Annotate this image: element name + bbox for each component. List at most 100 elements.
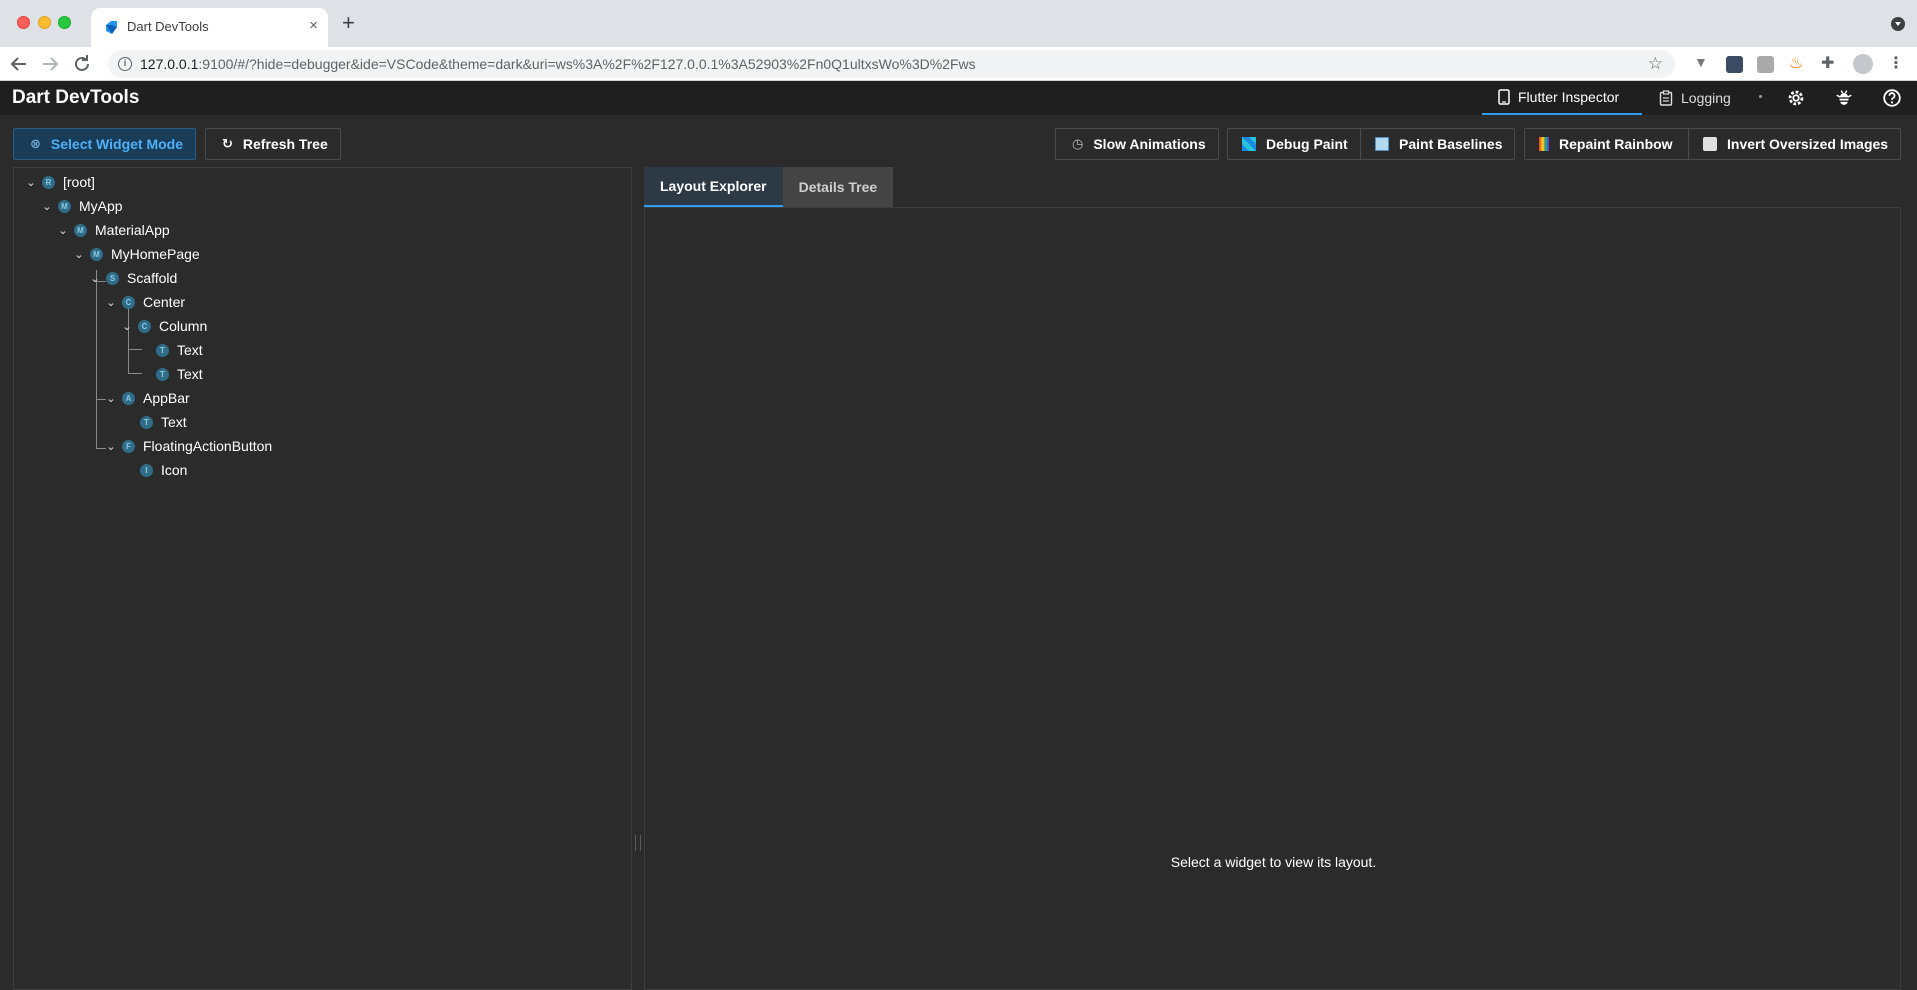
debug-paint-icon bbox=[1242, 137, 1256, 151]
tree-node-floatingactionbutton[interactable]: ⌄ F FloatingActionButton bbox=[104, 435, 272, 457]
button-label: Debug Paint bbox=[1266, 136, 1348, 152]
rainbow-icon bbox=[1539, 137, 1549, 151]
tree-node-icon[interactable]: I Icon bbox=[140, 459, 187, 481]
invert-oversized-images-button[interactable]: Invert Oversized Images bbox=[1688, 128, 1901, 160]
browser-tab-bar: Dart DevTools × + bbox=[0, 0, 1917, 47]
tree-node-label: MyHomePage bbox=[111, 246, 200, 262]
maximize-window-button[interactable] bbox=[58, 16, 71, 29]
status-dot bbox=[1759, 95, 1762, 98]
tab-layout-explorer[interactable]: Layout Explorer bbox=[644, 167, 783, 207]
button-label: Refresh Tree bbox=[242, 136, 328, 152]
bug-report-icon[interactable] bbox=[1833, 87, 1855, 109]
widget-badge-icon: M bbox=[74, 223, 87, 237]
tree-node-label: Text bbox=[161, 414, 187, 430]
extension-firebase-icon[interactable]: ♨ bbox=[1789, 53, 1806, 72]
empty-state-message: Select a widget to view its layout. bbox=[1170, 854, 1377, 870]
chevron-down-icon[interactable]: ⌄ bbox=[72, 248, 86, 261]
chevron-down-icon[interactable]: ⌄ bbox=[40, 200, 54, 213]
tree-guide-line bbox=[128, 349, 142, 350]
browser-toolbar: i 127.0.0.1:9100/#/?hide=debugger&ide=VS… bbox=[0, 47, 1917, 81]
widget-badge-icon: M bbox=[90, 247, 103, 261]
tree-node-label: AppBar bbox=[143, 390, 190, 406]
tree-node-label: MaterialApp bbox=[95, 222, 170, 238]
button-label: Select Widget Mode bbox=[50, 136, 184, 152]
tab-logging[interactable]: Logging bbox=[1655, 81, 1731, 115]
tree-node-label: [root] bbox=[63, 174, 95, 190]
chevron-down-icon[interactable]: ⌄ bbox=[104, 296, 118, 309]
address-bar[interactable]: i 127.0.0.1:9100/#/?hide=debugger&ide=VS… bbox=[108, 50, 1675, 78]
details-panel: Layout Explorer Details Tree Select a wi… bbox=[644, 167, 1901, 990]
tree-node-label: FloatingActionButton bbox=[143, 438, 273, 454]
refresh-tree-button[interactable]: ↻ Refresh Tree bbox=[205, 128, 341, 160]
chevron-down-icon[interactable]: ⌄ bbox=[24, 176, 38, 189]
chevron-down-icon[interactable]: ⌄ bbox=[56, 224, 70, 237]
url-text: 127.0.0.1:9100/#/?hide=debugger&ide=VSCo… bbox=[140, 56, 976, 72]
extension-vue-icon[interactable]: ▼ bbox=[1694, 54, 1711, 71]
tree-node-text[interactable]: T Text bbox=[156, 339, 203, 361]
widget-badge-icon: I bbox=[140, 463, 153, 477]
extension-k-icon[interactable] bbox=[1757, 56, 1774, 73]
close-window-button[interactable] bbox=[17, 16, 30, 29]
extensions-puzzle-icon[interactable]: ✚ bbox=[1821, 53, 1838, 72]
select-widget-mode-button[interactable]: ⊗ Select Widget Mode bbox=[13, 128, 196, 160]
extension-dots-icon[interactable] bbox=[1726, 56, 1743, 73]
widget-badge-icon: R bbox=[42, 175, 55, 189]
tree-node-materialapp[interactable]: ⌄ M MaterialApp bbox=[56, 219, 170, 241]
new-tab-button[interactable]: + bbox=[342, 12, 355, 34]
minimize-window-button[interactable] bbox=[38, 16, 51, 29]
paint-baselines-button[interactable]: Paint Baselines bbox=[1360, 128, 1515, 160]
profile-avatar[interactable] bbox=[1853, 54, 1873, 74]
widget-badge-icon: M bbox=[58, 199, 71, 213]
button-label: Invert Oversized Images bbox=[1727, 136, 1889, 152]
tree-guide-line bbox=[96, 270, 97, 449]
repaint-rainbow-button[interactable]: Repaint Rainbow bbox=[1524, 128, 1689, 160]
tree-node-appbar[interactable]: ⌄ A AppBar bbox=[104, 387, 190, 409]
chevron-down-icon[interactable]: ⌄ bbox=[120, 320, 134, 333]
tab-search-icon[interactable] bbox=[1891, 17, 1905, 31]
settings-gear-icon[interactable] bbox=[1785, 87, 1807, 109]
refresh-icon: ↻ bbox=[222, 136, 233, 151]
tree-node-scaffold[interactable]: ⌄ S Scaffold bbox=[88, 267, 177, 289]
tree-node-label: Column bbox=[159, 318, 208, 334]
image-icon bbox=[1703, 137, 1717, 151]
tree-node-center[interactable]: ⌄ C Center bbox=[104, 291, 185, 313]
help-icon[interactable] bbox=[1881, 87, 1903, 109]
tree-node-column[interactable]: ⌄ C Column bbox=[120, 315, 207, 337]
bookmark-star-icon[interactable]: ☆ bbox=[1648, 54, 1663, 74]
panel-splitter-handle[interactable] bbox=[635, 835, 641, 851]
tab-label: Flutter Inspector bbox=[1518, 89, 1620, 105]
tree-node-text[interactable]: T Text bbox=[156, 363, 203, 385]
widget-badge-icon: C bbox=[122, 295, 135, 309]
reload-icon[interactable] bbox=[70, 52, 94, 76]
tree-node-myapp[interactable]: ⌄ M MyApp bbox=[40, 195, 122, 217]
tree-node-label: Icon bbox=[161, 462, 188, 478]
close-tab-icon[interactable]: × bbox=[309, 18, 318, 34]
slow-animations-button[interactable]: ◷ Slow Animations bbox=[1055, 128, 1219, 160]
chevron-down-icon[interactable]: ⌄ bbox=[104, 392, 118, 405]
details-tab-bar: Layout Explorer Details Tree bbox=[644, 167, 894, 207]
browser-menu-icon[interactable]: ⋮ bbox=[1888, 53, 1905, 72]
devtools-header: Dart DevTools Flutter Inspector Logging bbox=[0, 81, 1917, 115]
tree-node-myhomepage[interactable]: ⌄ M MyHomePage bbox=[72, 243, 200, 265]
site-info-icon[interactable]: i bbox=[118, 57, 132, 71]
browser-tab-title: Dart DevTools bbox=[127, 19, 209, 34]
browser-tab[interactable]: Dart DevTools × bbox=[91, 8, 328, 47]
clock-icon: ◷ bbox=[1072, 136, 1084, 151]
widget-badge-icon: T bbox=[156, 343, 169, 357]
chevron-down-icon[interactable]: ⌄ bbox=[88, 272, 102, 285]
dart-logo-icon bbox=[106, 21, 117, 34]
tree-node-label: Center bbox=[143, 294, 186, 310]
tree-node-text[interactable]: T Text bbox=[140, 411, 187, 433]
tab-details-tree[interactable]: Details Tree bbox=[782, 167, 894, 207]
forward-arrow-icon[interactable] bbox=[38, 52, 62, 76]
chevron-down-icon[interactable]: ⌄ bbox=[104, 440, 118, 453]
back-arrow-icon[interactable] bbox=[7, 52, 31, 76]
tab-flutter-inspector[interactable]: Flutter Inspector bbox=[1482, 81, 1642, 115]
widget-badge-icon: C bbox=[138, 319, 151, 333]
widget-badge-icon: A bbox=[122, 391, 135, 405]
widget-badge-icon: F bbox=[122, 439, 135, 453]
phone-icon bbox=[1498, 89, 1510, 105]
baseline-icon bbox=[1375, 137, 1389, 151]
tree-node-root[interactable]: ⌄ R [root] bbox=[24, 171, 95, 193]
debug-paint-button[interactable]: Debug Paint bbox=[1227, 128, 1361, 160]
